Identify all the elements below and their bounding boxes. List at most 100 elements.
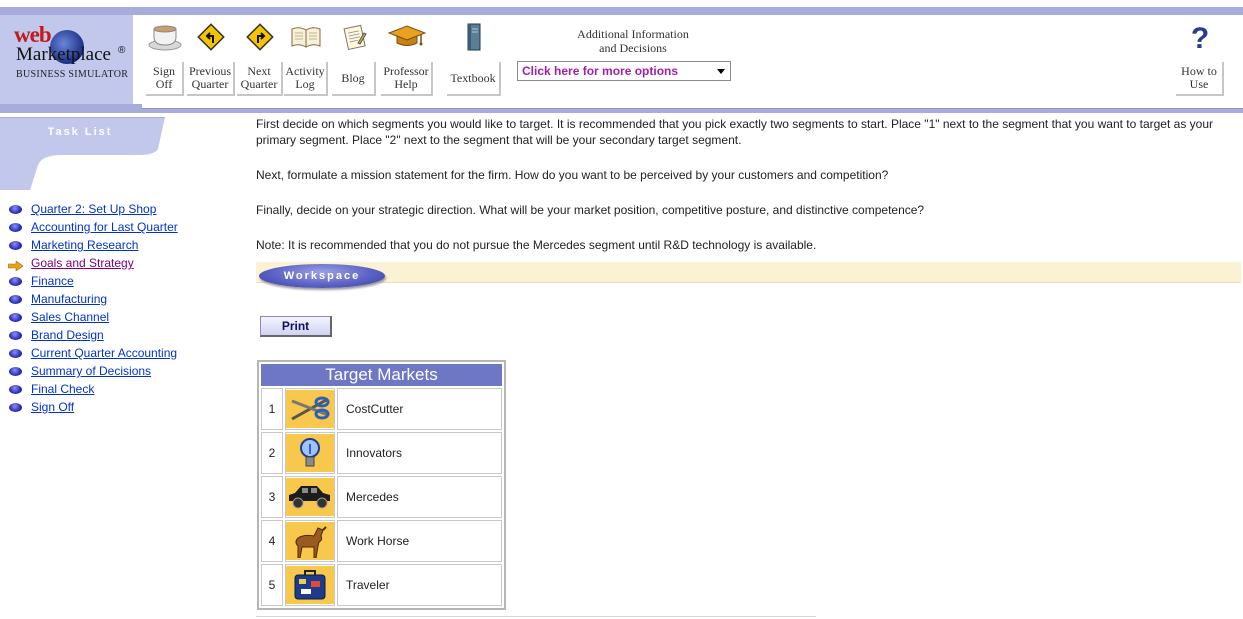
- task-link[interactable]: Summary of Decisions: [31, 364, 151, 378]
- turn-right-sign-icon: [242, 20, 278, 54]
- print-button[interactable]: Print: [260, 316, 332, 337]
- activity-log-label-2: Log: [295, 77, 315, 91]
- scissors-icon: [286, 390, 334, 428]
- bullet-icon: [9, 240, 22, 250]
- task-item-manufacturing[interactable]: Manufacturing: [8, 290, 178, 308]
- segment-name: CostCutter: [337, 388, 502, 430]
- nav-previous-quarter[interactable]: Previous Quarter: [187, 20, 235, 96]
- teacup-icon: [147, 20, 183, 54]
- task-item-goals-and-strategy[interactable]: Goals and Strategy: [7, 254, 178, 272]
- task-link[interactable]: Quarter 2: Set Up Shop: [31, 202, 156, 216]
- arrow-right-icon: [7, 258, 24, 272]
- table-row: 3 Mercedes: [261, 476, 502, 518]
- logo-marketplace-text: Marketplace: [16, 44, 111, 65]
- task-item-sales-channel[interactable]: Sales Channel: [8, 308, 178, 326]
- activity-log-button[interactable]: Activity Log: [284, 62, 328, 96]
- task-item-sign-off[interactable]: Sign Off: [8, 398, 178, 416]
- blog-button[interactable]: Blog: [332, 62, 376, 96]
- task-list: Quarter 2: Set Up Shop Accounting for La…: [7, 200, 178, 416]
- activity-log-label-1: Activity: [285, 64, 325, 78]
- textbook-icon: [447, 20, 501, 54]
- logo-subtitle: BUSINESS SIMULATOR: [16, 69, 129, 80]
- table-row: 4 Work Horse: [261, 520, 502, 562]
- task-link[interactable]: Current Quarter Accounting: [31, 346, 177, 360]
- task-link[interactable]: Sales Channel: [31, 310, 109, 324]
- professor-help-label-1: Professor: [383, 64, 429, 78]
- bullet-icon: [9, 348, 22, 358]
- segment-rank[interactable]: 3: [261, 476, 283, 518]
- segment-rank[interactable]: 4: [261, 520, 283, 562]
- segment-rank[interactable]: 2: [261, 432, 283, 474]
- task-item-summary-of-decisions[interactable]: Summary of Decisions: [8, 362, 178, 380]
- task-link-current[interactable]: Goals and Strategy: [31, 256, 134, 270]
- nav-blog[interactable]: Blog: [332, 20, 376, 96]
- nav-how-to-use[interactable]: ? How to Use: [1176, 20, 1224, 96]
- task-link[interactable]: Brand Design: [31, 328, 104, 342]
- segment-rank[interactable]: 5: [261, 564, 283, 606]
- nav-activity-log[interactable]: Activity Log: [284, 20, 328, 96]
- next-quarter-label-1: Next: [247, 64, 271, 78]
- bullet-icon: [9, 384, 22, 394]
- open-book-icon: [288, 20, 324, 54]
- segment-name: Innovators: [337, 432, 502, 474]
- task-item-brand-design[interactable]: Brand Design: [8, 326, 178, 344]
- task-link[interactable]: Accounting for Last Quarter: [31, 220, 178, 234]
- workspace-band: [256, 262, 1241, 283]
- textbook-button[interactable]: Textbook: [447, 62, 501, 96]
- task-link[interactable]: Sign Off: [31, 400, 74, 414]
- nav-professor-help[interactable]: Professor Help: [381, 20, 433, 96]
- how-to-use-label-1: How to: [1181, 64, 1217, 78]
- question-mark-icon: ?: [1182, 20, 1218, 54]
- task-item-finance[interactable]: Finance: [8, 272, 178, 290]
- additional-info-line-1: Additional Information: [577, 27, 689, 41]
- additional-info-title: Additional Information and Decisions: [560, 27, 706, 55]
- previous-quarter-label-2: Quarter: [191, 77, 229, 91]
- nav-next-quarter[interactable]: Next Quarter: [237, 20, 283, 96]
- task-item-marketing-research[interactable]: Marketing Research: [8, 236, 178, 254]
- graduation-cap-icon: [384, 20, 430, 54]
- more-options-select[interactable]: Click here for more options: [517, 61, 731, 81]
- segment-rank[interactable]: 1: [261, 388, 283, 430]
- task-item-quarter-2-set-up-shop[interactable]: Quarter 2: Set Up Shop: [8, 200, 178, 218]
- table-row: 5 Traveler: [261, 564, 502, 606]
- table-row: 1 CostCutter: [261, 388, 502, 430]
- lightbulb-icon: [286, 434, 334, 472]
- segment-name: Traveler: [337, 564, 502, 606]
- task-list-title: Task List: [47, 126, 113, 138]
- svg-text:?: ?: [1191, 22, 1209, 52]
- task-item-current-quarter-accounting[interactable]: Current Quarter Accounting: [8, 344, 178, 362]
- bullet-icon: [9, 204, 22, 214]
- how-to-use-button[interactable]: How to Use: [1176, 62, 1224, 96]
- bullet-icon: [9, 222, 22, 232]
- instruction-note: Note: It is recommended that you do not …: [256, 238, 817, 252]
- segment-name: Work Horse: [337, 520, 502, 562]
- target-markets-title: Target Markets: [261, 364, 502, 386]
- task-link[interactable]: Manufacturing: [31, 292, 107, 306]
- bullet-icon: [9, 312, 22, 322]
- previous-quarter-button[interactable]: Previous Quarter: [187, 62, 235, 96]
- sign-off-label-1: Sign: [152, 64, 175, 78]
- bullet-icon: [9, 402, 22, 412]
- nav-textbook[interactable]: Textbook: [447, 20, 501, 96]
- bullet-icon: [9, 366, 22, 376]
- divider: [256, 616, 816, 617]
- nav-sign-off[interactable]: Sign Off: [146, 20, 184, 96]
- blog-label: Blog: [341, 70, 365, 85]
- professor-help-label-2: Help: [394, 77, 418, 91]
- instruction-paragraph: Finally, decide on your strategic direct…: [256, 203, 925, 217]
- sign-off-button[interactable]: Sign Off: [146, 62, 184, 96]
- task-link[interactable]: Finance: [31, 274, 74, 288]
- task-link[interactable]: Final Check: [31, 382, 94, 396]
- next-quarter-label-2: Quarter: [240, 77, 278, 91]
- header-bottom-inner: [142, 104, 1243, 109]
- task-item-accounting-last-quarter[interactable]: Accounting for Last Quarter: [8, 218, 178, 236]
- sign-off-label-2: Off: [155, 77, 173, 91]
- task-link[interactable]: Marketing Research: [31, 238, 138, 252]
- how-to-use-label-2: Use: [1189, 77, 1209, 91]
- task-item-final-check[interactable]: Final Check: [8, 380, 178, 398]
- chevron-down-icon: [717, 69, 725, 74]
- next-quarter-button[interactable]: Next Quarter: [237, 62, 283, 96]
- instruction-paragraph: First decide on which segments you would…: [256, 117, 1213, 147]
- professor-help-button[interactable]: Professor Help: [381, 62, 433, 96]
- bullet-icon: [9, 330, 22, 340]
